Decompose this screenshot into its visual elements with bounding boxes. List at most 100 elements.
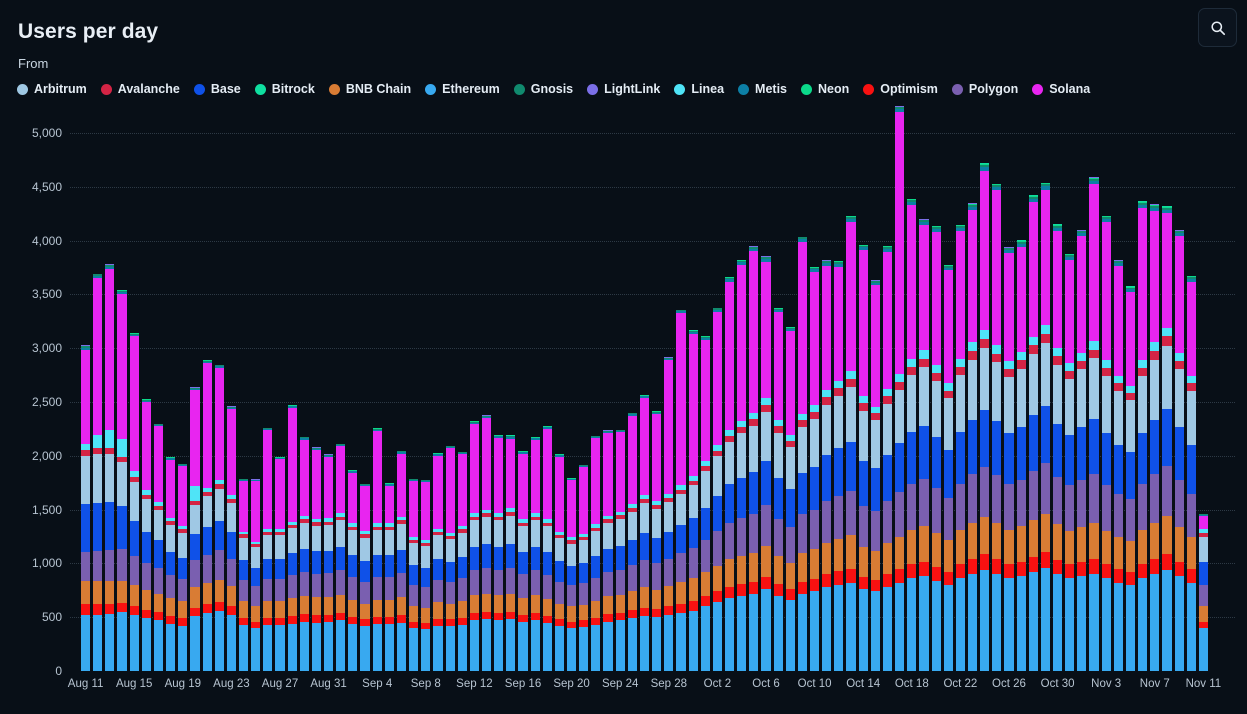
- bar-column[interactable]: [810, 266, 820, 671]
- bar-column[interactable]: [81, 345, 91, 671]
- bar-column[interactable]: [761, 256, 771, 671]
- bar-column[interactable]: [1053, 224, 1063, 671]
- search-button[interactable]: [1198, 8, 1237, 47]
- bar-column[interactable]: [652, 411, 662, 671]
- bar-column[interactable]: [287, 405, 297, 671]
- bar-column[interactable]: [336, 443, 346, 671]
- bar-column[interactable]: [688, 330, 698, 671]
- legend-item-ethereum[interactable]: Ethereum: [425, 82, 500, 96]
- bar-column[interactable]: [712, 307, 722, 671]
- bar-column[interactable]: [858, 244, 868, 671]
- bar-column[interactable]: [433, 453, 443, 671]
- bar-column[interactable]: [834, 260, 844, 671]
- bar-column[interactable]: [530, 437, 540, 671]
- bar-column[interactable]: [178, 463, 188, 671]
- bar-column[interactable]: [992, 183, 1002, 671]
- bar-column[interactable]: [93, 273, 103, 671]
- bar-column[interactable]: [396, 450, 407, 671]
- bar-column[interactable]: [1174, 229, 1184, 671]
- legend-item-polygon[interactable]: Polygon: [951, 82, 1018, 96]
- bar-column[interactable]: [882, 245, 893, 671]
- bar-column[interactable]: [639, 394, 650, 671]
- bar-column[interactable]: [567, 478, 577, 671]
- bar-column[interactable]: [238, 478, 249, 671]
- bar-column[interactable]: [591, 435, 601, 671]
- bar-column[interactable]: [664, 357, 674, 671]
- bar-column[interactable]: [360, 483, 370, 671]
- legend-item-solana[interactable]: Solana: [1032, 82, 1090, 96]
- bar-column[interactable]: [907, 198, 917, 671]
- bar-column[interactable]: [785, 326, 795, 671]
- bar-column[interactable]: [263, 427, 273, 671]
- bar-column[interactable]: [299, 436, 309, 671]
- bar-column[interactable]: [1150, 204, 1160, 671]
- bar-column[interactable]: [1077, 230, 1087, 671]
- bar-column[interactable]: [481, 415, 492, 671]
- bar-column[interactable]: [542, 426, 552, 671]
- legend-item-base[interactable]: Base: [193, 82, 241, 96]
- bar-column[interactable]: [469, 421, 479, 671]
- bar-column[interactable]: [579, 464, 589, 671]
- bar-column[interactable]: [1089, 177, 1099, 671]
- bar-column[interactable]: [348, 470, 358, 671]
- bar-column[interactable]: [1198, 513, 1208, 671]
- legend-item-neon[interactable]: Neon: [801, 82, 849, 96]
- bar-column[interactable]: [724, 276, 735, 671]
- legend-item-bitrock[interactable]: Bitrock: [254, 82, 315, 96]
- legend-item-linea[interactable]: Linea: [674, 82, 724, 96]
- bar-column[interactable]: [202, 360, 212, 671]
- legend-item-gnosis[interactable]: Gnosis: [513, 82, 573, 96]
- bar-column[interactable]: [384, 483, 394, 671]
- bar-column[interactable]: [494, 435, 504, 671]
- bar-column[interactable]: [324, 454, 334, 671]
- bar-column[interactable]: [773, 307, 783, 671]
- bar-column[interactable]: [518, 451, 528, 671]
- bar-column[interactable]: [506, 435, 516, 671]
- bar-column[interactable]: [129, 332, 139, 671]
- bar-column[interactable]: [919, 218, 929, 671]
- bar-column[interactable]: [445, 445, 455, 671]
- bar-column[interactable]: [1028, 195, 1038, 671]
- bar-column[interactable]: [870, 280, 880, 671]
- bar-column[interactable]: [1016, 240, 1026, 671]
- bar-column[interactable]: [311, 447, 322, 671]
- bar-column[interactable]: [1186, 275, 1196, 671]
- bar-column[interactable]: [895, 105, 905, 671]
- bar-column[interactable]: [603, 430, 613, 671]
- bar-column[interactable]: [141, 399, 151, 671]
- bar-column[interactable]: [1138, 201, 1148, 671]
- bar-column[interactable]: [1113, 259, 1123, 671]
- legend-item-lightlink[interactable]: LightLink: [587, 82, 660, 96]
- bar-column[interactable]: [190, 387, 200, 671]
- bar-column[interactable]: [980, 163, 990, 671]
- bar-column[interactable]: [457, 451, 467, 671]
- bar-column[interactable]: [166, 457, 176, 671]
- legend-item-bnb-chain[interactable]: BNB Chain: [328, 82, 411, 96]
- bar-column[interactable]: [943, 264, 953, 671]
- bar-column[interactable]: [627, 412, 637, 671]
- bar-column[interactable]: [822, 259, 832, 671]
- bar-column[interactable]: [421, 480, 431, 671]
- legend-item-metis[interactable]: Metis: [738, 82, 787, 96]
- bar-column[interactable]: [676, 309, 686, 671]
- bar-column[interactable]: [372, 428, 382, 671]
- bar-column[interactable]: [797, 236, 808, 671]
- bar-column[interactable]: [153, 423, 164, 671]
- bar-column[interactable]: [409, 478, 419, 671]
- bar-column[interactable]: [931, 225, 941, 671]
- bar-column[interactable]: [1101, 215, 1111, 671]
- bar-column[interactable]: [967, 203, 978, 671]
- bar-column[interactable]: [251, 479, 261, 671]
- bar-column[interactable]: [955, 224, 965, 671]
- bar-column[interactable]: [615, 429, 625, 671]
- bar-column[interactable]: [1125, 286, 1136, 671]
- bar-column[interactable]: [226, 406, 236, 671]
- bar-column[interactable]: [214, 364, 224, 671]
- bar-column[interactable]: [749, 246, 759, 671]
- bar-column[interactable]: [1004, 246, 1014, 671]
- bar-column[interactable]: [1040, 182, 1051, 671]
- bar-column[interactable]: [700, 335, 710, 671]
- bar-column[interactable]: [1065, 253, 1075, 671]
- bar-column[interactable]: [554, 454, 565, 671]
- bar-column[interactable]: [275, 457, 285, 671]
